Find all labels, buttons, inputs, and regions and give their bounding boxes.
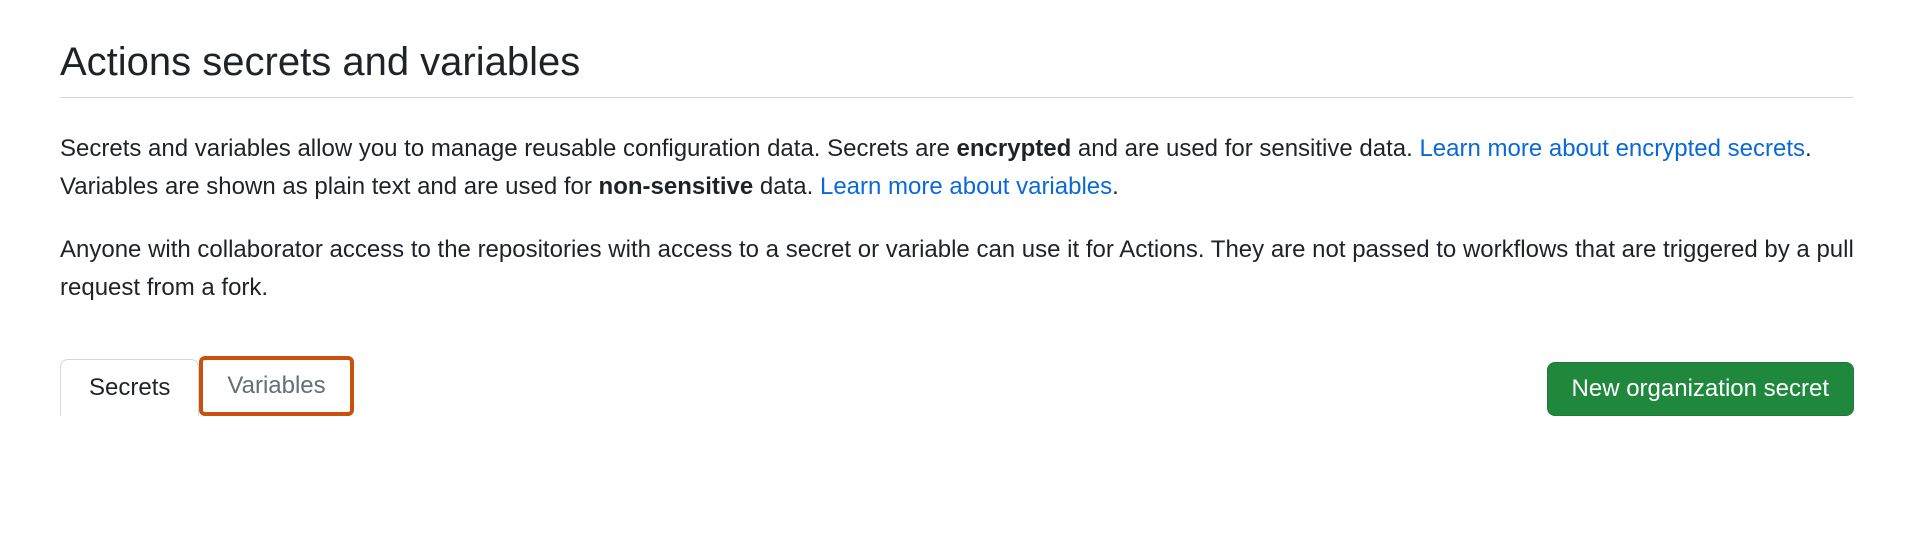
desc-text: data. (753, 173, 820, 200)
desc-text: and are used for sensitive data. (1071, 135, 1419, 162)
encrypted-word: encrypted (957, 135, 1072, 162)
desc-text: . (1112, 173, 1119, 200)
tabs-container: Secrets Variables (60, 356, 354, 416)
learn-more-variables-link[interactable]: Learn more about variables (820, 173, 1112, 200)
description-paragraph-2: Anyone with collaborator access to the r… (60, 231, 1854, 308)
description-paragraph-1: Secrets and variables allow you to manag… (60, 130, 1854, 207)
nonsensitive-word: non-sensitive (599, 173, 754, 200)
tab-variables[interactable]: Variables (199, 356, 353, 416)
learn-more-secrets-link[interactable]: Learn more about encrypted secrets (1419, 135, 1805, 162)
page-title: Actions secrets and variables (60, 40, 1854, 98)
tab-secrets[interactable]: Secrets (60, 359, 199, 416)
tabs-row: Secrets Variables New organization secre… (60, 356, 1854, 416)
desc-text: Secrets and variables allow you to manag… (60, 135, 957, 162)
new-organization-secret-button[interactable]: New organization secret (1547, 362, 1854, 416)
